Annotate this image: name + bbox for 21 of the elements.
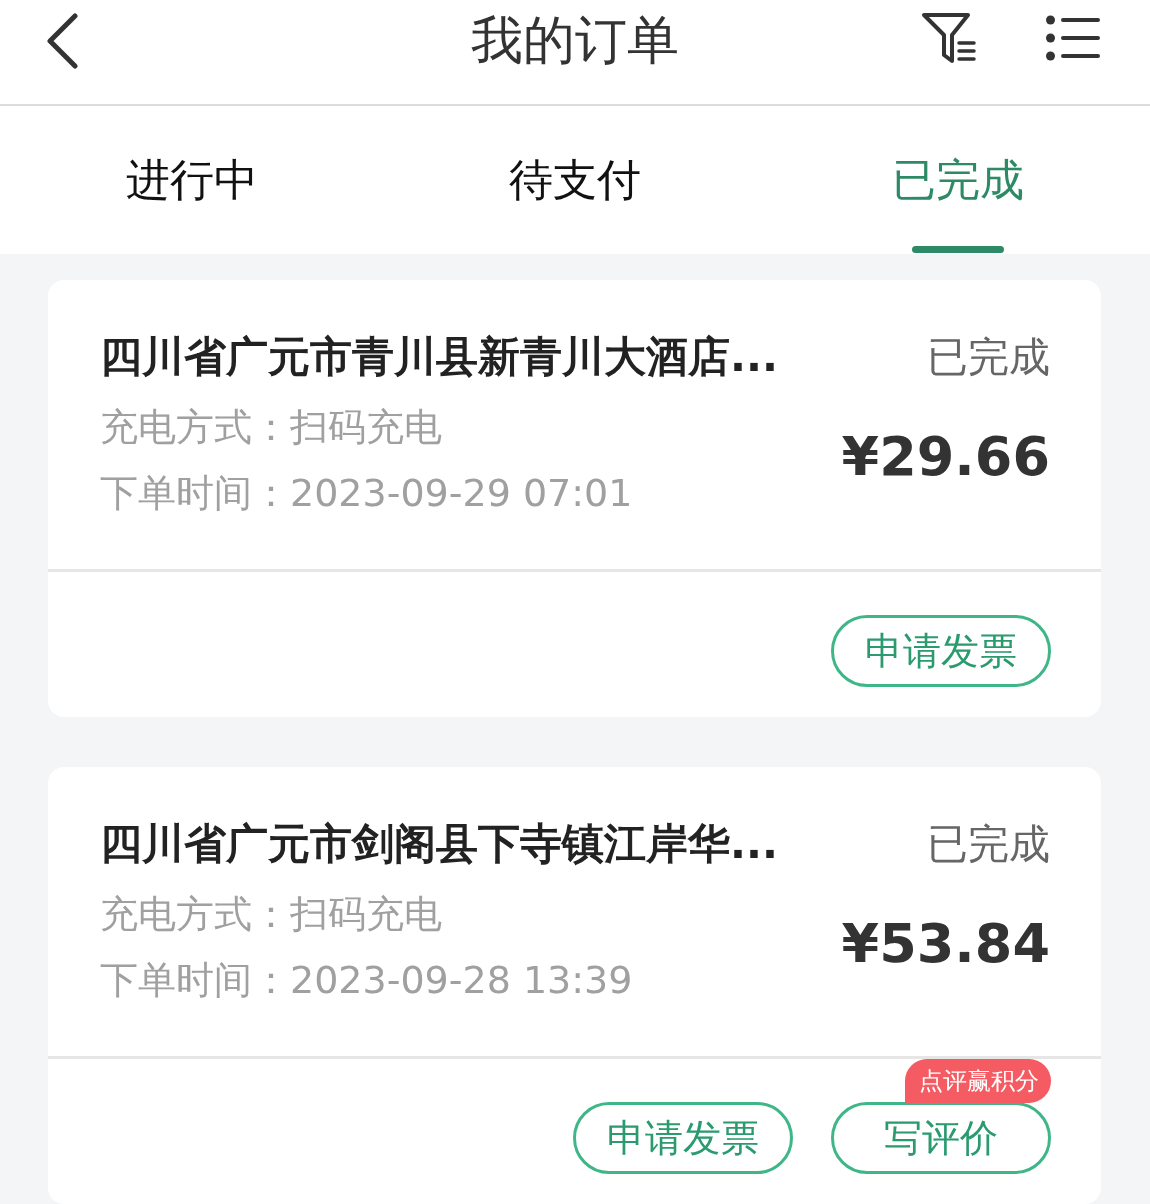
action-button[interactable]: 申请发票 <box>831 615 1051 687</box>
order-price: ¥29.66 <box>841 424 1050 490</box>
order-tab[interactable]: 进行中 <box>0 106 384 254</box>
points-badge: 点评赢积分 <box>905 1059 1051 1103</box>
station-name: 四川省广元市剑阁县下寺镇江岸华... <box>100 818 778 870</box>
order-detail: 充电方式：扫码充电 <box>100 404 443 451</box>
back-icon[interactable] <box>45 13 79 69</box>
order-detail: 下单时间：2023-09-28 13:39 <box>100 957 634 1004</box>
page-title: 我的订单 <box>471 9 679 72</box>
filter-icon[interactable] <box>921 12 977 64</box>
action-button[interactable]: 写评价 <box>831 1102 1051 1174</box>
order-tab[interactable]: 待支付 <box>383 106 767 254</box>
order-price: ¥53.84 <box>841 911 1050 977</box>
menu-icon[interactable] <box>1046 15 1100 61</box>
order-tab[interactable]: 已完成 <box>766 106 1150 254</box>
order-detail: 下单时间：2023-09-29 07:01 <box>100 470 634 517</box>
order-status: 已完成 <box>927 819 1050 870</box>
order-detail: 充电方式：扫码充电 <box>100 891 443 938</box>
station-name: 四川省广元市青川县新青川大酒店... <box>100 331 778 383</box>
order-status: 已完成 <box>927 332 1050 383</box>
action-button[interactable]: 申请发票 <box>573 1102 793 1174</box>
